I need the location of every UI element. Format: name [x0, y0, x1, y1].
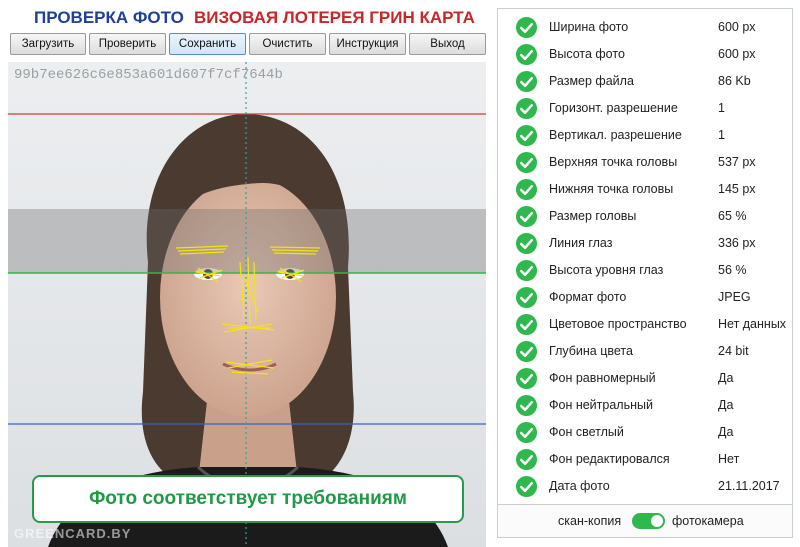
- check-value: 86 Kb: [718, 74, 751, 88]
- check-value: 56 %: [718, 263, 747, 277]
- photo-hash: 99b7ee626c6e853a601d607f7cf7644b: [14, 67, 283, 83]
- check-value: Да: [718, 425, 734, 439]
- title-photo-check: ПРОВЕРКА ФОТО: [34, 8, 184, 27]
- check-value: 336 px: [718, 236, 756, 250]
- check-value: Нет данных: [718, 317, 787, 331]
- check-value: Да: [718, 398, 734, 412]
- check-ok-icon: [515, 259, 538, 282]
- check-label: Глубина цвета: [549, 344, 633, 358]
- check-row: Горизонт. разрешение 1: [498, 95, 794, 122]
- check-value: 600 px: [718, 47, 756, 61]
- check-label: Верхняя точка головы: [549, 155, 678, 169]
- check-ok-icon: [515, 394, 538, 417]
- check-label: Фон нейтральный: [549, 398, 653, 412]
- check-value: 24 bit: [718, 344, 749, 358]
- check-value: 1: [718, 101, 725, 115]
- check-value: JPEG: [718, 290, 751, 304]
- result-banner: Фото соответствует требованиям: [32, 475, 464, 523]
- check-label: Формат фото: [549, 290, 627, 304]
- check-label: Ширина фото: [549, 20, 629, 34]
- check-label: Фон редактировался: [549, 452, 670, 466]
- check-row: Размер файла 86 Kb: [498, 68, 794, 95]
- check-row: Линия глаз 336 px: [498, 230, 794, 257]
- check-ok-icon: [515, 70, 538, 93]
- checks-panel: Ширина фото 600 px Высота фото 600 px Размер…: [497, 8, 793, 538]
- check-value: 145 px: [718, 182, 756, 196]
- check-row: Нижняя точка головы 145 px: [498, 176, 794, 203]
- check-label: Цветовое пространство: [549, 317, 687, 331]
- check-ok-icon: [515, 97, 538, 120]
- photo-preview: 99b7ee626c6e853a601d607f7cf7644b GREENCA…: [8, 62, 486, 547]
- check-row: Вертикал. разрешение 1: [498, 122, 794, 149]
- check-row: Цветовое пространство Нет данных: [498, 311, 794, 338]
- check-row: Фон нейтральный Да: [498, 392, 794, 419]
- toggle-knob: [651, 515, 663, 527]
- instructions-button[interactable]: Инструкция: [329, 33, 406, 55]
- exit-button[interactable]: Выход: [409, 33, 486, 55]
- check-ok-icon: [515, 421, 538, 444]
- check-button[interactable]: Проверить: [89, 33, 166, 55]
- check-label: Высота уровня глаз: [549, 263, 664, 277]
- load-button[interactable]: Загрузить: [10, 33, 86, 55]
- check-ok-icon: [515, 313, 538, 336]
- scan-copy-label: скан-копия: [558, 514, 622, 528]
- check-ok-icon: [515, 448, 538, 471]
- title-visa-lottery: ВИЗОВАЯ ЛОТЕРЕЯ ГРИН КАРТА: [194, 8, 475, 27]
- check-value: 1: [718, 128, 725, 142]
- save-button[interactable]: Сохранить: [169, 33, 246, 55]
- check-row: Высота фото 600 px: [498, 41, 794, 68]
- check-ok-icon: [515, 43, 538, 66]
- check-ok-icon: [515, 16, 538, 39]
- check-label: Линия глаз: [549, 236, 613, 250]
- check-row: Размер головы 65 %: [498, 203, 794, 230]
- check-row: Формат фото JPEG: [498, 284, 794, 311]
- check-label: Дата фото: [549, 479, 610, 493]
- watermark: GREENCARD.BY: [14, 526, 132, 541]
- check-row: Верхняя точка головы 537 px: [498, 149, 794, 176]
- result-text: Фото соответствует требованиям: [89, 488, 407, 509]
- check-row: Высота уровня глаз 56 %: [498, 257, 794, 284]
- check-value: 65 %: [718, 209, 747, 223]
- toolbar: Загрузить Проверить Сохранить Очистить И…: [10, 33, 486, 57]
- check-label: Фон равномерный: [549, 371, 656, 385]
- check-ok-icon: [515, 367, 538, 390]
- check-row: Фон равномерный Да: [498, 365, 794, 392]
- clear-button[interactable]: Очистить: [249, 33, 326, 55]
- check-ok-icon: [515, 178, 538, 201]
- source-toggle-switch[interactable]: [632, 513, 665, 529]
- check-label: Размер файла: [549, 74, 634, 88]
- app-title: ПРОВЕРКА ФОТО ВИЗОВАЯ ЛОТЕРЕЯ ГРИН КАРТА: [0, 6, 500, 32]
- check-ok-icon: [515, 124, 538, 147]
- camera-label: фотокамера: [672, 514, 744, 528]
- check-ok-icon: [515, 340, 538, 363]
- check-ok-icon: [515, 232, 538, 255]
- check-ok-icon: [515, 286, 538, 309]
- check-row: Глубина цвета 24 bit: [498, 338, 794, 365]
- check-value: 600 px: [718, 20, 756, 34]
- check-value: Да: [718, 371, 734, 385]
- check-label: Нижняя точка головы: [549, 182, 674, 196]
- check-label: Фон светлый: [549, 425, 624, 439]
- check-row: Дата фото 21.11.2017: [498, 473, 794, 500]
- check-label: Горизонт. разрешение: [549, 101, 678, 115]
- check-label: Размер головы: [549, 209, 637, 223]
- check-value: 537 px: [718, 155, 756, 169]
- check-row: Ширина фото 600 px: [498, 14, 794, 41]
- check-label: Высота фото: [549, 47, 625, 61]
- check-value: Нет: [718, 452, 740, 466]
- check-label: Вертикал. разрешение: [549, 128, 682, 142]
- check-row: Фон светлый Да: [498, 419, 794, 446]
- check-value: 21.11.2017: [718, 479, 780, 493]
- check-ok-icon: [515, 151, 538, 174]
- check-ok-icon: [515, 205, 538, 228]
- check-row: Фон редактировался Нет: [498, 446, 794, 473]
- source-toggle-bar: скан-копия фотокамера: [498, 504, 792, 537]
- check-ok-icon: [515, 475, 538, 498]
